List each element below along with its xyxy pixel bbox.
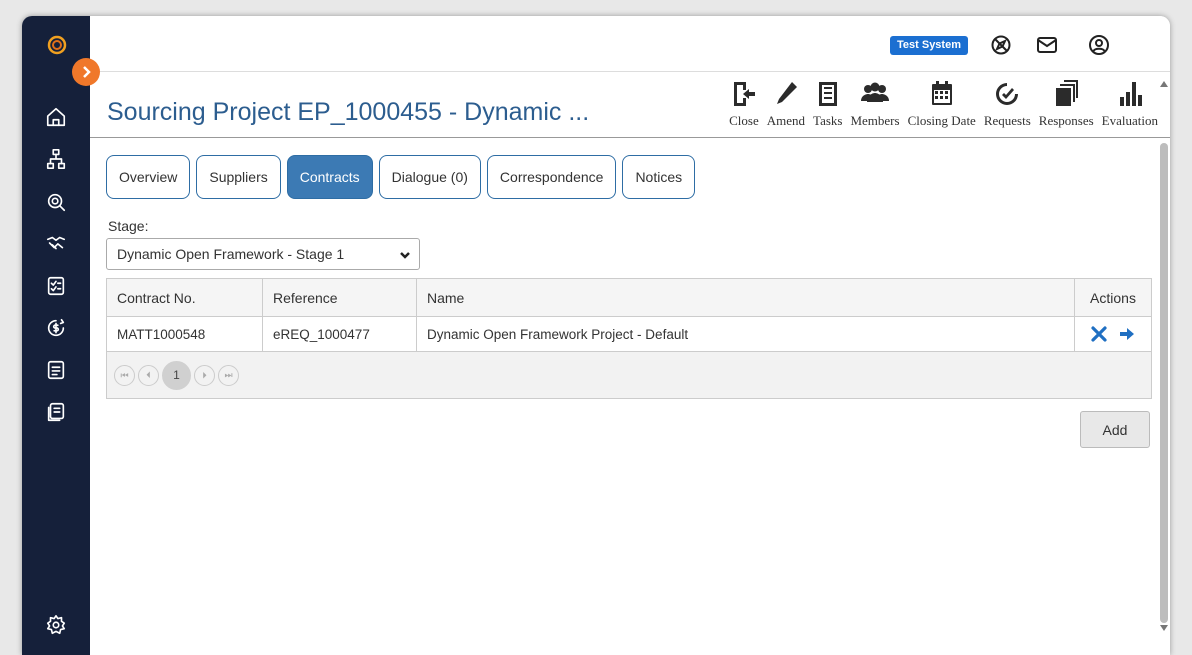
evaluation-label: Evaluation	[1101, 113, 1158, 128]
mail-icon[interactable]	[1036, 34, 1058, 56]
members-button[interactable]: Members	[846, 79, 903, 135]
closing-date-label: Closing Date	[907, 113, 976, 128]
members-label: Members	[850, 113, 900, 128]
expand-sidebar-button[interactable]	[72, 58, 100, 86]
stack-icon	[1056, 80, 1079, 106]
bar-chart-icon	[1119, 82, 1142, 106]
requests-label: Requests	[983, 113, 1031, 128]
column-header-name[interactable]: Name	[417, 279, 1075, 316]
page-number[interactable]: 1	[162, 360, 191, 390]
amend-label: Amend	[766, 113, 806, 128]
network-icon[interactable]	[44, 147, 68, 171]
requests-button[interactable]: Requests	[980, 79, 1035, 135]
tab-bar: Overview Suppliers Contracts Dialogue (0…	[106, 155, 696, 199]
responses-button[interactable]: Responses	[1035, 79, 1098, 135]
tab-suppliers[interactable]: Suppliers	[196, 155, 281, 199]
test-system-badge: Test System	[890, 36, 968, 55]
column-header-contract-no[interactable]: Contract No.	[107, 279, 263, 316]
previous-page-icon[interactable]: ⏴	[138, 364, 159, 386]
closing-date-button[interactable]: Closing Date	[904, 79, 980, 135]
sidebar	[22, 16, 90, 655]
clock-icon	[996, 83, 1019, 105]
document-icon[interactable]	[44, 358, 68, 382]
scroll-thumb[interactable]	[1160, 143, 1168, 623]
list-icon	[818, 82, 837, 106]
last-page-icon[interactable]: ⏭	[218, 364, 239, 386]
stage-select-value: Dynamic Open Framework - Stage 1	[117, 246, 345, 262]
people-icon	[861, 82, 890, 102]
arrow-right-icon[interactable]	[1117, 324, 1137, 344]
column-header-reference[interactable]: Reference	[263, 279, 417, 316]
chevron-down-icon	[399, 248, 411, 260]
tab-overview[interactable]: Overview	[106, 155, 191, 199]
tab-notices[interactable]: Notices	[622, 155, 696, 199]
checklist-icon[interactable]	[44, 274, 68, 298]
currency-icon[interactable]	[44, 316, 68, 340]
close-label: Close	[729, 113, 759, 128]
compass-icon[interactable]	[990, 34, 1012, 56]
table-row[interactable]: MATT1000548 eREQ_1000477 Dynamic Open Fr…	[107, 317, 1151, 352]
home-icon[interactable]	[44, 105, 68, 129]
exit-icon	[733, 82, 755, 106]
add-button[interactable]: Add	[1080, 411, 1150, 448]
logo-icon	[46, 34, 68, 56]
reference-cell: eREQ_1000477	[263, 317, 417, 351]
amend-button[interactable]: Amend	[763, 79, 809, 135]
stage-label: Stage:	[108, 218, 149, 234]
scroll-down-icon[interactable]	[1160, 624, 1168, 632]
close-button[interactable]: Close	[725, 79, 763, 135]
topbar: Test System	[90, 16, 1170, 72]
actions-cell	[1075, 317, 1151, 351]
contracts-table: Contract No. Reference Name Actions MATT…	[106, 278, 1152, 399]
app-window: Test System Sourcing Project EP_1000455 …	[22, 16, 1170, 655]
handshake-icon[interactable]	[44, 231, 68, 255]
tab-contracts[interactable]: Contracts	[286, 155, 373, 199]
search-icon[interactable]	[44, 190, 68, 214]
column-header-actions: Actions	[1090, 289, 1136, 306]
chevron-right-icon	[83, 66, 91, 78]
scrollbar[interactable]	[1158, 76, 1170, 646]
tab-dialogue[interactable]: Dialogue (0)	[378, 155, 481, 199]
tab-correspondence[interactable]: Correspondence	[486, 155, 617, 199]
tasks-label: Tasks	[813, 113, 843, 128]
pager: ⏮ ⏴ 1 ⏵ ⏭	[107, 352, 1151, 398]
contract-no-cell: MATT1000548	[107, 317, 263, 351]
delete-icon[interactable]	[1089, 324, 1109, 344]
name-cell: Dynamic Open Framework Project - Default	[417, 317, 1075, 351]
page-header: Sourcing Project EP_1000455 - Dynamic ..…	[90, 72, 1170, 138]
tasks-button[interactable]: Tasks	[809, 79, 846, 135]
settings-icon[interactable]	[44, 613, 68, 637]
page-title: Sourcing Project EP_1000455 - Dynamic ..…	[107, 98, 590, 126]
pencil-icon	[776, 82, 797, 104]
first-page-icon[interactable]: ⏮	[114, 364, 135, 386]
evaluation-button[interactable]: Evaluation	[1098, 79, 1162, 135]
toolbar: Close Amend Tasks Members Closing Date R…	[725, 79, 1162, 135]
next-page-icon[interactable]: ⏵	[194, 364, 215, 386]
user-icon[interactable]	[1088, 34, 1110, 56]
files-icon[interactable]	[44, 400, 68, 424]
table-header: Contract No. Reference Name Actions	[107, 279, 1151, 317]
responses-label: Responses	[1038, 113, 1094, 128]
scroll-up-icon[interactable]	[1160, 80, 1168, 88]
stage-select[interactable]: Dynamic Open Framework - Stage 1	[106, 238, 420, 270]
calendar-icon	[931, 81, 952, 105]
